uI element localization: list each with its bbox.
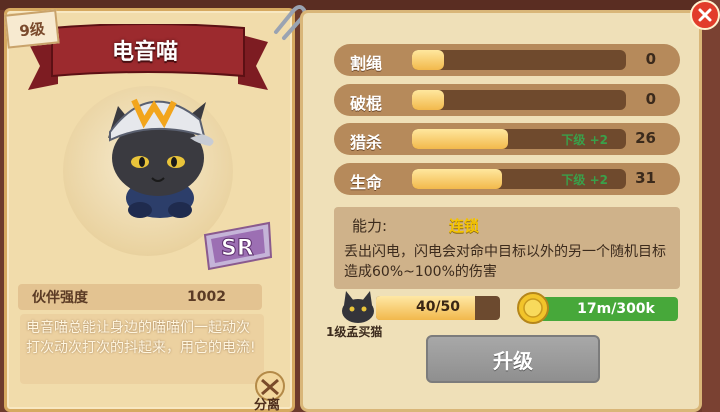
stat-bonus: 下级 +2: [561, 133, 608, 147]
strength-row: 伙伴强度 1002: [18, 284, 262, 310]
strength-value: 1002: [187, 289, 226, 305]
rarity-text: SR: [221, 236, 254, 261]
stat-label: 生命: [350, 173, 383, 192]
stat-bar: [412, 90, 626, 110]
xp-text: 40/50: [415, 299, 461, 315]
stat-row: 破棍 0: [334, 84, 680, 116]
stat-value: 26: [635, 129, 656, 147]
stat-bonus: 下级 +2: [561, 173, 608, 187]
xp-caption: 1级孟买猫: [326, 325, 383, 339]
upgrade-button[interactable]: 升级: [426, 335, 600, 383]
strength-label: 伙伴强度: [32, 290, 88, 306]
rarity-badge: SR: [203, 221, 273, 271]
stat-fill: [412, 90, 445, 110]
background-edge: [702, 0, 720, 412]
close-icon: [698, 8, 712, 22]
close-button[interactable]: [690, 0, 720, 30]
ability-label: 能力:: [352, 217, 388, 235]
stat-label: 破棍: [350, 94, 383, 113]
xp-cat-icon: [342, 291, 374, 323]
ability-name: 连锁: [449, 217, 480, 235]
stat-row: 猎杀 下级 +2 26: [334, 123, 680, 155]
stat-fill: [412, 50, 445, 70]
gold-bar: 17m/300k: [532, 297, 678, 321]
coin-icon: [517, 292, 549, 324]
stat-value: 31: [635, 169, 656, 187]
stat-label: 猎杀: [350, 133, 383, 152]
stat-row: 割绳 0: [334, 44, 680, 76]
stat-bar: [412, 50, 626, 70]
hero-cat-image: [108, 98, 214, 218]
level-badge: 9级: [4, 9, 60, 49]
stat-value: 0: [645, 50, 656, 68]
hero-description: 电音喵总能让身边的喵喵们一起动次打次动次打次的抖起来，用它的电流!: [20, 314, 264, 384]
ability-description: 丢出闪电，闪电会对命中目标以外的另一个随机目标造成60%~100%的伤害: [344, 244, 666, 280]
stat-fill: [412, 169, 502, 189]
detach-button[interactable]: 分离: [254, 394, 280, 412]
stat-value: 0: [645, 90, 656, 108]
stat-row: 生命 下级 +2 31: [334, 163, 680, 195]
hero-name: 电音喵: [111, 40, 178, 65]
xp-bar: 40/50: [376, 296, 500, 320]
stat-fill: [412, 129, 509, 149]
stat-label: 割绳: [350, 54, 383, 73]
